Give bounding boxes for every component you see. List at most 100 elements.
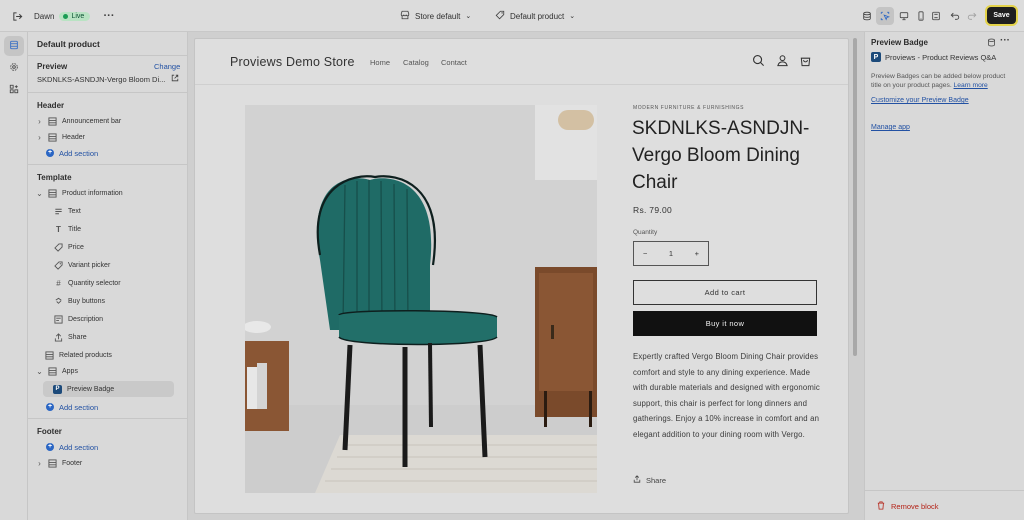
- block-buy-buttons[interactable]: Buy buttons: [54, 294, 105, 308]
- change-preview-link[interactable]: Change: [154, 62, 180, 71]
- cart-icon[interactable]: [799, 54, 813, 68]
- buy-it-now-button[interactable]: Buy it now: [633, 311, 817, 336]
- theme-name[interactable]: Dawn Live: [34, 0, 91, 32]
- redo-button[interactable]: [963, 0, 981, 32]
- divider: [28, 164, 188, 165]
- live-badge: Live: [59, 11, 91, 21]
- block-quantity-selector[interactable]: # Quantity selector: [54, 276, 120, 290]
- theme-settings-button[interactable]: [858, 0, 876, 32]
- theme-settings-tab[interactable]: [4, 58, 24, 78]
- quantity-input[interactable]: 1: [669, 249, 673, 258]
- add-section-header[interactable]: + Add section: [46, 146, 98, 160]
- block-share[interactable]: Share: [54, 330, 87, 344]
- hash-icon: #: [56, 278, 61, 288]
- section-header[interactable]: › Header: [36, 130, 85, 144]
- preview-product-value: SKDNLKS-ASNDJN-Vergo Bloom Di...: [37, 74, 166, 84]
- nav-catalog[interactable]: Catalog: [403, 58, 429, 67]
- share-icon: [633, 475, 641, 485]
- sections-tab[interactable]: [4, 36, 24, 56]
- remove-block-label: Remove block: [891, 502, 939, 511]
- nav-contact[interactable]: Contact: [441, 58, 467, 67]
- block-label: Preview Badge: [67, 385, 115, 393]
- block-label: Title: [68, 225, 81, 233]
- add-section-label: Add section: [59, 148, 99, 158]
- store-name[interactable]: Proviews Demo Store: [230, 55, 355, 69]
- plus-circle-icon: +: [46, 149, 54, 157]
- block-label: Variant picker: [68, 261, 111, 269]
- live-dot-icon: [63, 13, 69, 19]
- section-icon: [48, 188, 57, 198]
- buy-button-icon: [54, 297, 63, 306]
- section-product-information[interactable]: ⌄ Product information: [36, 186, 123, 200]
- inspector-toggle[interactable]: [876, 0, 894, 32]
- section-label: Related products: [59, 351, 112, 359]
- section-footer[interactable]: › Footer: [36, 456, 82, 470]
- quantity-decrease-button[interactable]: −: [643, 249, 647, 258]
- template-group-label: Template: [37, 173, 72, 182]
- database-icon: [858, 7, 876, 25]
- quantity-stepper[interactable]: − 1 +: [633, 241, 709, 266]
- remove-block-button[interactable]: Remove block: [877, 501, 939, 512]
- learn-more-link[interactable]: Learn more: [954, 82, 988, 89]
- add-section-footer[interactable]: + Add section: [46, 440, 98, 454]
- apps-icon: [9, 84, 19, 96]
- product-photo-illustration: [245, 105, 597, 493]
- block-label: Price: [68, 243, 84, 251]
- icon-rail: [0, 32, 28, 520]
- store-select[interactable]: Store default ⌄: [400, 0, 471, 32]
- section-related-products[interactable]: Related products: [45, 348, 112, 362]
- block-preview-badge[interactable]: P Preview Badge: [43, 381, 174, 397]
- plus-circle-icon: +: [46, 443, 54, 451]
- proviews-app-icon: P: [871, 52, 881, 62]
- add-to-cart-button[interactable]: Add to cart: [633, 280, 817, 305]
- save-button[interactable]: Save: [987, 7, 1016, 24]
- divider: [28, 55, 188, 56]
- account-icon[interactable]: [776, 54, 790, 68]
- section-icon: [45, 350, 54, 360]
- undo-button[interactable]: [946, 0, 964, 32]
- block-description[interactable]: Description: [54, 312, 103, 326]
- section-announcement-bar[interactable]: › Announcement bar: [36, 114, 121, 128]
- header-group-label: Header: [37, 101, 65, 110]
- store-preview-frame[interactable]: Proviews Demo Store Home Catalog Contact: [194, 38, 849, 514]
- preview-scrollbar[interactable]: [853, 38, 857, 356]
- quantity-increase-button[interactable]: +: [695, 249, 699, 258]
- block-text[interactable]: Text: [54, 204, 81, 218]
- share-icon: [54, 332, 63, 342]
- template-select-label: Default product: [510, 11, 565, 21]
- more-actions-button[interactable]: ···: [100, 0, 118, 32]
- app-name: Proviews - Product Reviews Q&A: [885, 52, 997, 62]
- section-icon: [48, 366, 57, 376]
- product-image[interactable]: [245, 105, 597, 493]
- search-icon[interactable]: [752, 54, 766, 68]
- sections-icon: [9, 40, 19, 52]
- template-title: Default product: [37, 39, 100, 49]
- add-section-template[interactable]: + Add section: [46, 400, 98, 414]
- desktop-icon: [895, 7, 913, 25]
- exit-icon: [8, 7, 26, 25]
- database-icon[interactable]: [987, 38, 996, 49]
- redo-icon: [963, 7, 981, 25]
- customize-badge-link[interactable]: Customize your Preview Badge: [871, 97, 969, 104]
- cursor-select-icon: [876, 7, 894, 25]
- block-price[interactable]: Price: [54, 240, 84, 254]
- ellipsis-icon[interactable]: ···: [1000, 35, 1010, 46]
- product-vendor: MODERN FURNITURE & FURNISHINGS: [633, 105, 745, 111]
- fullscreen-button[interactable]: [927, 0, 945, 32]
- exit-button[interactable]: [8, 0, 26, 32]
- manage-app-link[interactable]: Manage app: [871, 124, 910, 131]
- section-apps[interactable]: ⌄ Apps: [36, 364, 78, 378]
- preview-product[interactable]: SKDNLKS-ASNDJN-Vergo Bloom Di...: [37, 74, 179, 84]
- block-title[interactable]: T Title: [54, 222, 81, 236]
- template-select[interactable]: Default product ⌄: [495, 0, 575, 32]
- proviews-app-icon: P: [53, 384, 62, 394]
- info-text: Preview Badges can be added below produc…: [871, 72, 1017, 90]
- divider: [28, 418, 188, 419]
- app-embeds-tab[interactable]: [4, 80, 24, 100]
- block-variant-picker[interactable]: Variant picker: [54, 258, 110, 272]
- nav-home[interactable]: Home: [370, 58, 390, 67]
- preview-area: Proviews Demo Store Home Catalog Contact: [188, 32, 864, 520]
- block-label: Text: [68, 207, 81, 215]
- desktop-view-button[interactable]: [895, 0, 913, 32]
- share-button[interactable]: Share: [633, 475, 666, 485]
